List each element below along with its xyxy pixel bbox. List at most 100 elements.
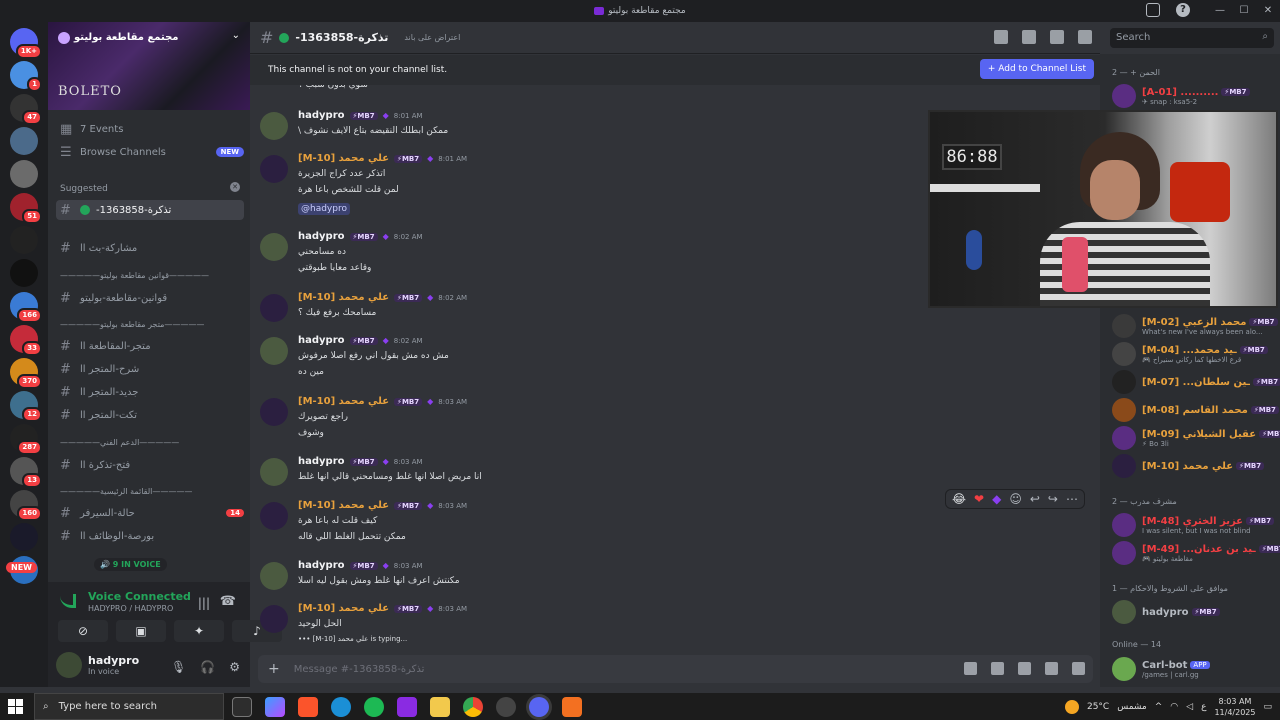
headphones-icon[interactable]: 🎧	[200, 660, 215, 674]
server-icon[interactable]: 160	[10, 490, 42, 521]
avatar[interactable]	[260, 398, 288, 426]
user-panel[interactable]: hadypro In voice	[56, 652, 139, 678]
avatar[interactable]	[260, 562, 288, 590]
avatar[interactable]	[260, 605, 288, 633]
channel-item[interactable]: # حالة-السيرفر 14	[56, 503, 244, 523]
server-icon[interactable]: 47	[10, 94, 42, 125]
in-voice-pill[interactable]: 🔊 9 IN VOICE	[94, 558, 167, 571]
avatar[interactable]	[1112, 513, 1136, 537]
gif-icon[interactable]	[991, 662, 1004, 675]
avatar[interactable]	[1112, 426, 1136, 450]
channel-topic[interactable]: اعتراض على باند	[404, 33, 460, 42]
member-item[interactable]: [M-04] ...ـيد محمد ⚡MB7 🎮 قرع الاخطها كما …	[1112, 342, 1278, 366]
server-icon[interactable]	[10, 127, 38, 155]
browse-channels-item[interactable]: ☰ Browse Channels NEW	[56, 142, 244, 162]
add-to-channel-list-button[interactable]: + Add to Channel List	[979, 59, 1094, 79]
message-author[interactable]: hadypro	[298, 231, 345, 242]
obs-icon[interactable]	[496, 697, 516, 717]
server-icon[interactable]	[10, 523, 38, 551]
channel-item[interactable]: # متجر-المقاطعة اا	[56, 336, 244, 356]
message-author[interactable]: hadypro	[298, 110, 345, 121]
task-view-icon[interactable]	[232, 697, 252, 717]
timestamp[interactable]: 8:03 AM	[438, 605, 467, 613]
channel-item[interactable]: # تكت-المتجر اا	[56, 405, 244, 425]
app-icon[interactable]	[562, 697, 582, 717]
avatar[interactable]	[1112, 657, 1136, 681]
member-item[interactable]: [A-01] .......... ⚡MB7 ✈ snap : ksa5-2	[1112, 84, 1278, 108]
taskbar-search[interactable]: ⌕ Type here to search	[34, 693, 224, 720]
voice-server-label[interactable]: HADYPRO / HADYPRO	[88, 604, 173, 613]
channel-item[interactable]: # قوانين-مقاطعة-بوليتو	[56, 288, 244, 308]
timestamp[interactable]: 8:03 AM	[394, 458, 423, 466]
avatar[interactable]	[260, 458, 288, 486]
avatar[interactable]	[1112, 342, 1136, 366]
threads-icon[interactable]	[994, 30, 1008, 44]
avatar[interactable]	[56, 652, 82, 678]
server-icon[interactable]: 12	[10, 391, 42, 422]
message-author[interactable]: hadypro	[298, 456, 345, 467]
file-explorer-icon[interactable]	[430, 697, 450, 717]
language-indicator[interactable]: ع	[1201, 702, 1206, 712]
avatar[interactable]	[260, 155, 288, 183]
message-author[interactable]: [M-10] علي محمد	[298, 396, 389, 407]
channel-item[interactable]: # جديد-المتجر اا	[56, 382, 244, 402]
message-action-icon[interactable]: ↪	[1048, 492, 1058, 506]
message-author[interactable]: [M-10] علي محمد	[298, 292, 389, 303]
server-icon[interactable]: 166	[10, 292, 42, 323]
guild-name[interactable]: مجتمع مقاطعة بوليتو	[74, 32, 178, 43]
activities-button[interactable]: ✦	[174, 620, 224, 642]
close-button[interactable]: ✕	[1256, 0, 1280, 22]
avatar[interactable]	[1112, 84, 1136, 108]
volume-icon[interactable]: ◁	[1186, 702, 1193, 712]
voice-connected-label[interactable]: Voice Connected	[88, 590, 191, 603]
mic-icon[interactable]: 🎙	[171, 660, 186, 674]
message-composer[interactable]: + Message #-1363858-تذكرة	[258, 655, 1093, 683]
message-author[interactable]: [M-10] علي محمد	[298, 603, 389, 614]
message-action-icon[interactable]: ◆	[992, 492, 1001, 506]
timestamp[interactable]: 8:01 AM	[394, 112, 423, 120]
inbox-icon[interactable]	[1146, 3, 1160, 17]
message-author[interactable]: hadypro	[298, 335, 345, 346]
member-item[interactable]: [M-49] ...ـيد بن عدنان⚡MB7 🎮 مقاطعة بوليت…	[1112, 541, 1280, 565]
weather-temp[interactable]: 25°C	[1087, 702, 1109, 712]
server-icon[interactable]: 1	[10, 61, 42, 92]
server-icon[interactable]: 51	[10, 193, 42, 224]
timestamp[interactable]: 8:02 AM	[394, 233, 423, 241]
apps-icon[interactable]	[1072, 662, 1085, 675]
signal-icon[interactable]	[60, 594, 76, 608]
timestamp[interactable]: 8:01 AM	[438, 155, 467, 163]
maximize-button[interactable]: ☐	[1232, 0, 1256, 22]
avatar[interactable]	[1112, 370, 1136, 394]
avatar[interactable]	[1112, 398, 1136, 422]
stream-overlay-video[interactable]: 86:88	[928, 110, 1278, 308]
server-icon[interactable]	[10, 160, 38, 188]
timestamp[interactable]: 8:03 AM	[394, 562, 423, 570]
tray-chevron-icon[interactable]: ^	[1155, 702, 1163, 712]
message-author[interactable]: [M-10] علي محمد	[298, 153, 389, 164]
timestamp[interactable]: 8:03 AM	[438, 502, 467, 510]
chrome-icon[interactable]	[463, 697, 483, 717]
windows-start-icon[interactable]	[8, 699, 23, 714]
server-icon[interactable]: 287	[10, 424, 42, 455]
server-icon[interactable]	[10, 259, 38, 287]
avatar[interactable]	[1112, 314, 1136, 338]
sticker-icon[interactable]	[1018, 662, 1031, 675]
brave-icon[interactable]	[298, 697, 318, 717]
search-input[interactable]: Search ⌕	[1110, 28, 1274, 48]
message-action-icon[interactable]: ⋯	[1066, 492, 1078, 506]
avatar[interactable]	[260, 294, 288, 322]
channel-item[interactable]: # فتح-تذكرة اا	[56, 455, 244, 475]
member-item[interactable]: [M-08] محمد القاسم ⚡MB7	[1112, 398, 1279, 422]
message-action-icon[interactable]: 😂	[952, 492, 966, 506]
settings-gear-icon[interactable]: ⚙	[229, 660, 240, 674]
screen-share-button[interactable]: ▣	[116, 620, 166, 642]
category-header[interactable]: —————قوانين مقاطعة بوليتو—————	[60, 271, 209, 280]
member-item[interactable]: [M-02] محمد الزعبي ⚡MB7 What's new I've al…	[1112, 314, 1278, 338]
attach-plus-icon[interactable]: +	[268, 661, 280, 677]
copilot-icon[interactable]	[265, 697, 285, 717]
member-item[interactable]: Carl-bot APP/games | carl.gg	[1112, 657, 1278, 681]
avatar[interactable]	[260, 337, 288, 365]
member-item[interactable]: [M-09] عقيل الشيلاني⚡MB7 ⚡ Bo 3li	[1112, 426, 1280, 450]
channel-item[interactable]: # -1363858-تذكرة	[56, 200, 244, 220]
avatar[interactable]	[260, 502, 288, 530]
